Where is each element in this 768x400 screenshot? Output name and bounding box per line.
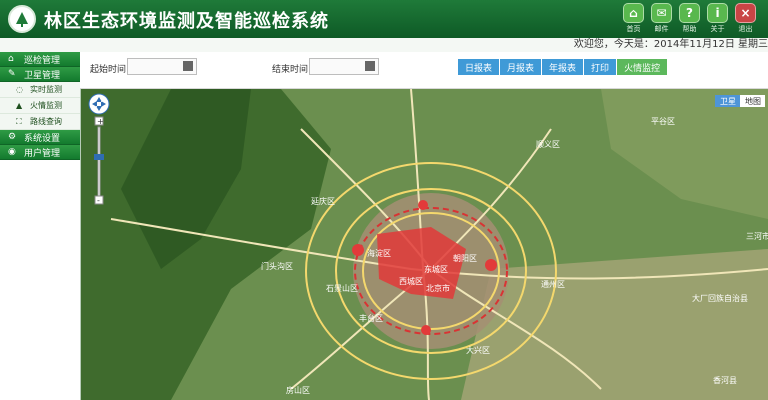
sidebar-item-label: 系统设置 xyxy=(24,133,61,144)
map-label: 丰台区 xyxy=(359,313,383,323)
forest-logo-icon xyxy=(8,5,36,33)
mail-label: 邮件 xyxy=(654,25,669,33)
calendar-icon[interactable] xyxy=(183,61,193,71)
map-label: 海淀区 xyxy=(367,248,391,258)
map-label: 石景山区 xyxy=(326,283,358,293)
mail-button[interactable]: ✉ 邮件 xyxy=(649,3,674,34)
toolbar: 起始时间: 结束时间: 日报表 月报表 年报表 打印 火情监控 xyxy=(80,52,768,89)
monthly-report-label: 月报表 xyxy=(507,63,535,74)
map-label: 门头沟区 xyxy=(261,261,293,271)
calendar-icon[interactable] xyxy=(365,61,375,71)
map-view[interactable]: 延庆区 顺义区 平谷区 海淀区 朝阳区 通州区 西城区 东城区 北京市 门头沟区… xyxy=(81,89,768,400)
map-label: 东城区 xyxy=(424,264,448,274)
logout-button[interactable]: × 退出 xyxy=(733,3,758,34)
sidebar-item-user-management[interactable]: ◉ 用户管理 xyxy=(0,145,80,160)
note-icon: ✎ xyxy=(8,69,16,79)
header-bar: 林区生态环境监测及智能巡检系统 ⌂ 首页 ✉ 邮件? 帮助 i 关于 × 退出 xyxy=(0,0,768,38)
user-icon: ◉ xyxy=(8,147,16,157)
print-button[interactable]: 打印 xyxy=(584,59,618,75)
map-label: 平谷区 xyxy=(651,117,675,126)
svg-text:+: + xyxy=(97,117,104,126)
start-time-input[interactable] xyxy=(127,58,197,75)
sidebar-item-label: 火情监测 xyxy=(30,101,62,110)
yearly-report-label: 年报表 xyxy=(549,63,577,74)
about-label: 关于 xyxy=(710,25,725,33)
daily-report-label: 日报表 xyxy=(465,63,493,74)
sidebar-item-route-query[interactable]: ⛶ 路线查询 xyxy=(0,114,80,130)
welcome-text: 欢迎您，今天是：2014年11月12日 星期三 xyxy=(573,39,768,50)
about-icon: i xyxy=(707,3,728,23)
map-label: 朝阳区 xyxy=(453,254,477,263)
start-time-label: 起始时间: xyxy=(90,65,130,75)
sidebar-item-patrol-management[interactable]: ⌂ 巡检管理 xyxy=(0,52,80,67)
map-label: 三河市 xyxy=(746,231,768,241)
logout-label: 退出 xyxy=(738,25,753,33)
end-time-label: 结束时间: xyxy=(272,65,312,75)
help-button[interactable]: ? 帮助 xyxy=(677,3,702,34)
sidebar-item-label: 用户管理 xyxy=(24,148,61,159)
gear-icon: ⚙ xyxy=(8,132,17,142)
fire-monitor-button-button[interactable]: 火情监控 xyxy=(617,59,669,75)
about-button[interactable]: i 关于 xyxy=(705,3,730,34)
help-label: 帮助 xyxy=(682,25,697,33)
map-label: 顺义区 xyxy=(536,140,560,149)
sidebar-item-fire-monitor[interactable]: ▲ 火情监测 xyxy=(0,98,80,114)
logout-icon: × xyxy=(735,3,756,23)
map-tab[interactable]: 地图 xyxy=(745,96,761,106)
map-label: 通州区 xyxy=(541,279,565,289)
daily-report-button[interactable]: 日报表 xyxy=(458,59,501,75)
sidebar: ⌂ 巡检管理 ✎ 卫星管理 ◌ 实时监测 ▲ 火情监测 ⛶ 路线查询 ⚙ 系统设置 ◉ 用户管理 xyxy=(0,52,81,400)
help-icon: ? xyxy=(679,3,700,23)
house-icon: ⌂ xyxy=(8,54,14,64)
yearly-report-button[interactable]: 年报表 xyxy=(542,59,585,75)
sidebar-item-label: 实时监测 xyxy=(30,85,62,94)
map-label: 大厂回族自治县 xyxy=(692,293,748,303)
sidebar-item-satellite-management[interactable]: ✎ 卫星管理 xyxy=(0,67,80,82)
end-time-input[interactable] xyxy=(309,58,379,75)
home-icon: ⌂ xyxy=(623,3,644,23)
fire-monitor-button-label: 火情监控 xyxy=(624,63,661,74)
sidebar-item-system-settings[interactable]: ⚙ 系统设置 xyxy=(0,130,80,145)
system-title: 林区生态环境监测及智能巡检系统 xyxy=(44,11,329,32)
sidebar-item-label: 巡检管理 xyxy=(24,55,61,66)
map-label: 大兴区 xyxy=(466,345,490,355)
map-type-toggle[interactable]: 卫星 地图 xyxy=(715,95,765,107)
monthly-report-button[interactable]: 月报表 xyxy=(500,59,543,75)
welcome-bar: 欢迎您，今天是：2014年11月12日 星期三 xyxy=(0,38,768,53)
home-label: 首页 xyxy=(626,25,641,33)
home-button[interactable]: ⌂ 首页 xyxy=(621,3,646,34)
satellite-icon: ◌ xyxy=(16,85,23,94)
map-label: 北京市 xyxy=(426,283,450,293)
sidebar-item-label: 路线查询 xyxy=(30,117,62,126)
sidebar-item-label: 卫星管理 xyxy=(24,70,61,81)
fire-icon: ▲ xyxy=(16,101,23,110)
map-label: 延庆区 xyxy=(311,196,335,206)
map-label: 西城区 xyxy=(399,277,423,286)
satellite-tab[interactable]: 卫星 xyxy=(720,97,736,106)
print-label: 打印 xyxy=(591,63,610,74)
map-label: 香河县 xyxy=(713,375,737,385)
mail-icon: ✉ xyxy=(651,3,672,23)
map-label: 房山区 xyxy=(286,385,310,395)
sidebar-item-realtime-monitor[interactable]: ◌ 实时监测 xyxy=(0,82,80,98)
route-icon: ⛶ xyxy=(16,116,22,126)
svg-text:-: - xyxy=(97,196,100,205)
